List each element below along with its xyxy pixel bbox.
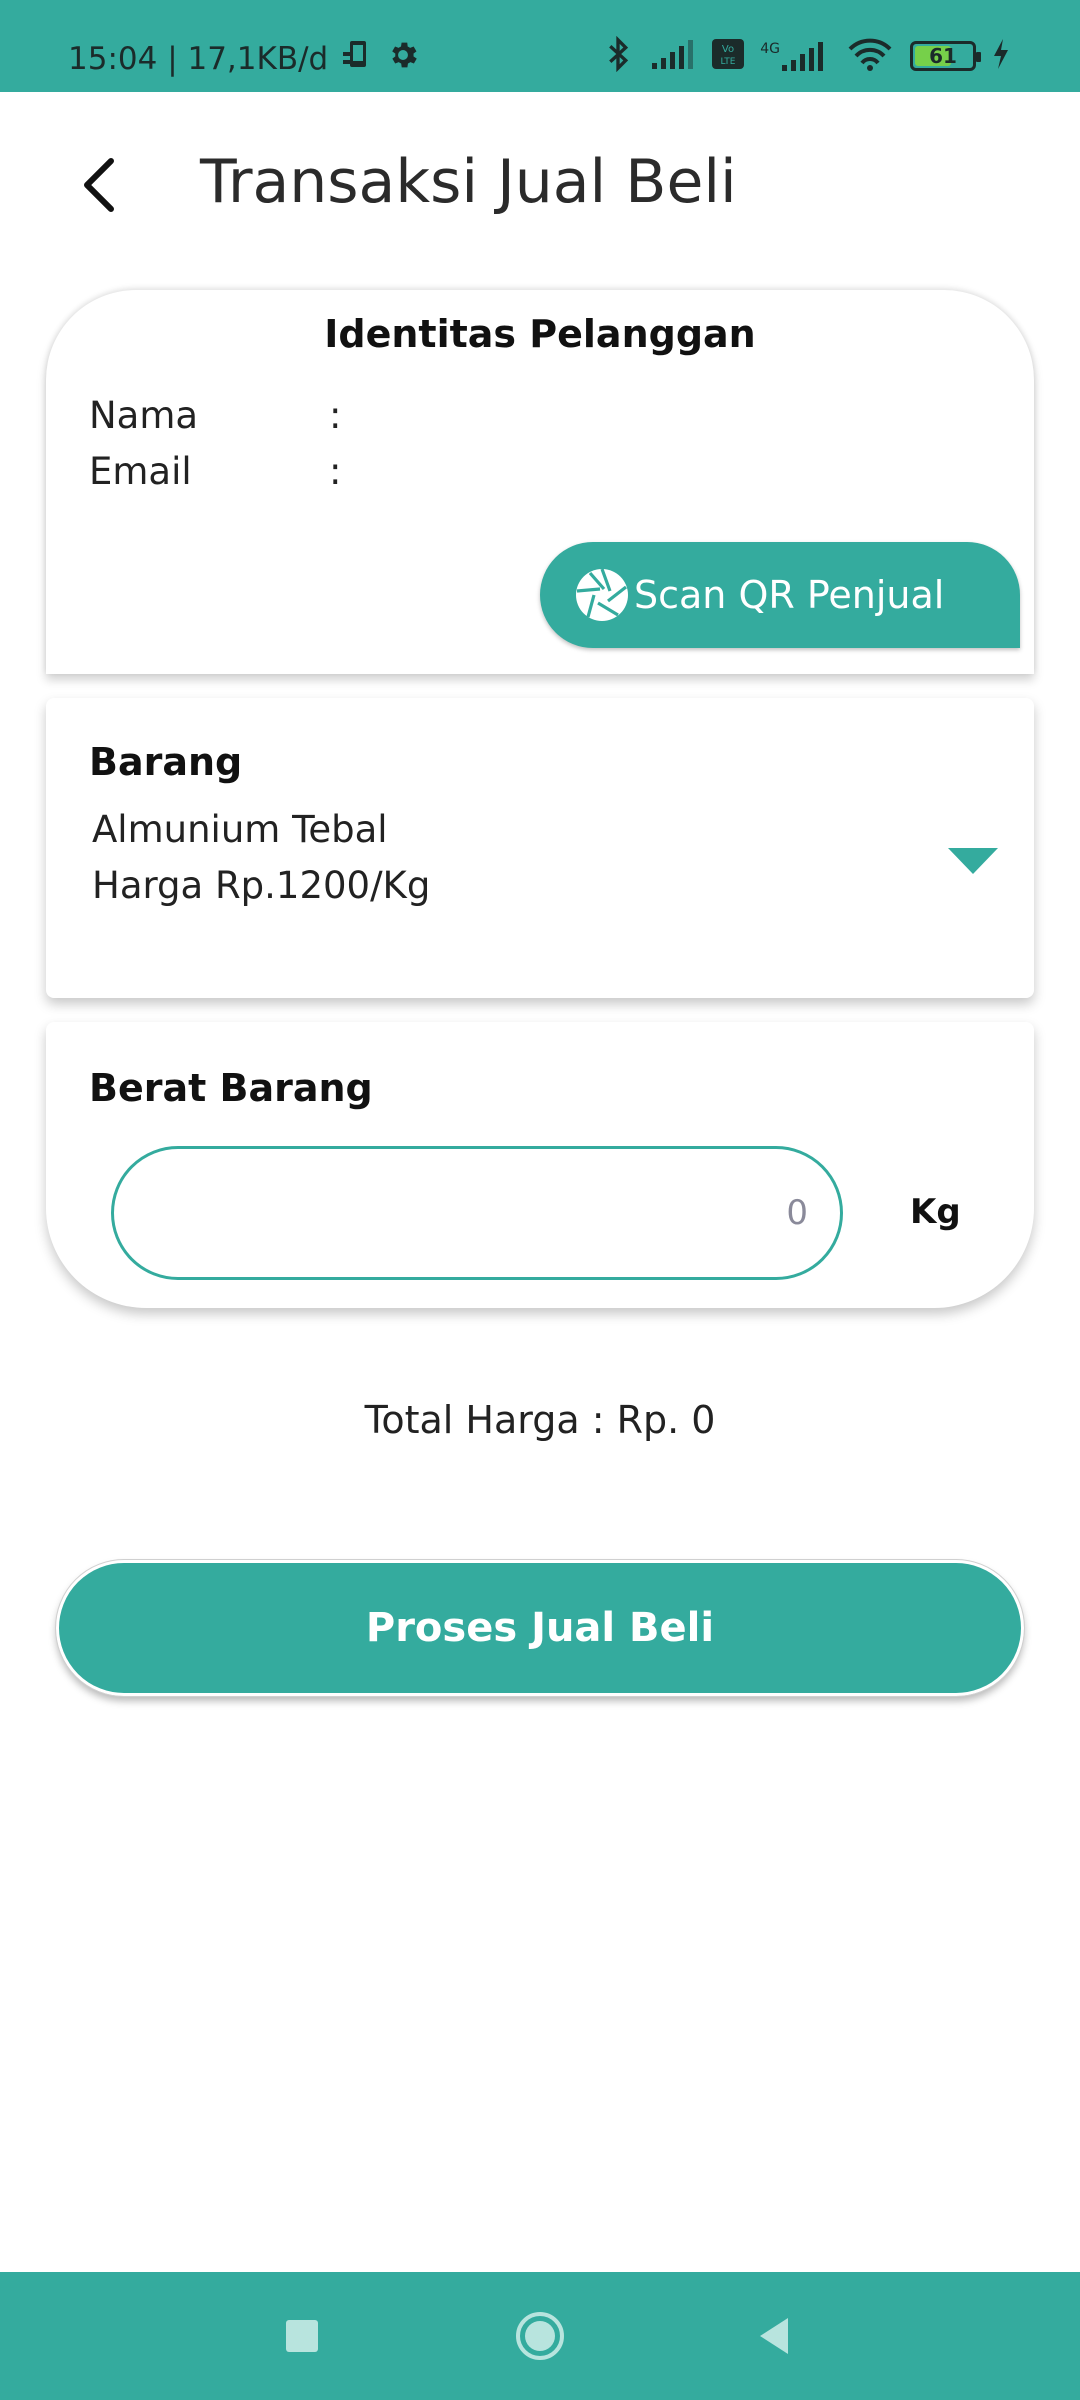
nav-back-button[interactable]	[714, 2272, 834, 2400]
app-header: Transaksi Jual Beli	[0, 92, 1080, 280]
battery-icon: 61	[910, 41, 981, 71]
status-time-speed: 15:04 | 17,1KB/d	[68, 41, 329, 77]
item-price: Harga Rp.1200/Kg	[92, 864, 431, 907]
svg-text:Vo: Vo	[722, 44, 734, 55]
network-type-label: 4G	[760, 41, 780, 57]
customer-identity-card: Identitas Pelanggan Nama : Email : Scan …	[46, 290, 1034, 674]
gear-icon	[386, 38, 420, 80]
process-transaction-button[interactable]: Proses Jual Beli	[55, 1559, 1025, 1697]
phone-sync-icon	[340, 38, 374, 80]
back-button[interactable]	[64, 150, 134, 220]
item-selector-card[interactable]: Barang Almunium Tebal Harga Rp.1200/Kg	[46, 698, 1034, 998]
wifi-icon	[846, 37, 894, 75]
volte-icon: Vo LTE	[712, 39, 745, 73]
name-label: Nama	[89, 394, 199, 437]
page-title: Transaksi Jual Beli	[200, 147, 737, 217]
name-row: Nama :	[89, 394, 357, 437]
home-button[interactable]	[480, 2272, 600, 2400]
recents-square-icon	[286, 2320, 318, 2352]
status-left: 15:04 | 17,1KB/d	[68, 38, 420, 80]
email-separator: :	[329, 450, 342, 493]
charging-icon	[992, 38, 1010, 74]
identity-title: Identitas Pelanggan	[324, 312, 756, 356]
back-triangle-icon	[760, 2318, 788, 2354]
item-weight-card: Berat Barang Kg	[46, 1022, 1034, 1308]
svg-text:LTE: LTE	[721, 57, 736, 67]
email-row: Email :	[89, 450, 357, 493]
total-price: Total Harga : Rp. 0	[364, 1398, 716, 1442]
status-right: Vo LTE 4G 61	[602, 35, 1010, 76]
navigation-bar	[0, 2272, 1080, 2400]
status-bar: 15:04 | 17,1KB/d Vo LTE 4G 61	[0, 0, 1080, 92]
item-heading: Barang	[89, 740, 243, 784]
email-label: Email	[89, 450, 192, 493]
weight-unit-label: Kg	[910, 1192, 961, 1232]
chevron-left-icon	[84, 158, 114, 212]
triangle-down-icon[interactable]	[948, 848, 998, 874]
weight-input[interactable]	[111, 1146, 843, 1280]
camera-aperture-icon	[576, 568, 628, 621]
weight-heading: Berat Barang	[89, 1066, 373, 1110]
bluetooth-icon	[602, 35, 634, 76]
scan-qr-button[interactable]: Scan QR Penjual	[540, 542, 1020, 648]
recents-button[interactable]	[242, 2272, 362, 2400]
name-separator: :	[329, 394, 342, 437]
battery-level: 61	[929, 44, 957, 68]
home-circle-icon	[516, 2312, 564, 2360]
signal-icon	[650, 39, 696, 73]
scan-qr-label: Scan QR Penjual	[634, 573, 945, 617]
signal-4g-icon: 4G	[760, 41, 830, 71]
item-name: Almunium Tebal	[92, 808, 388, 851]
